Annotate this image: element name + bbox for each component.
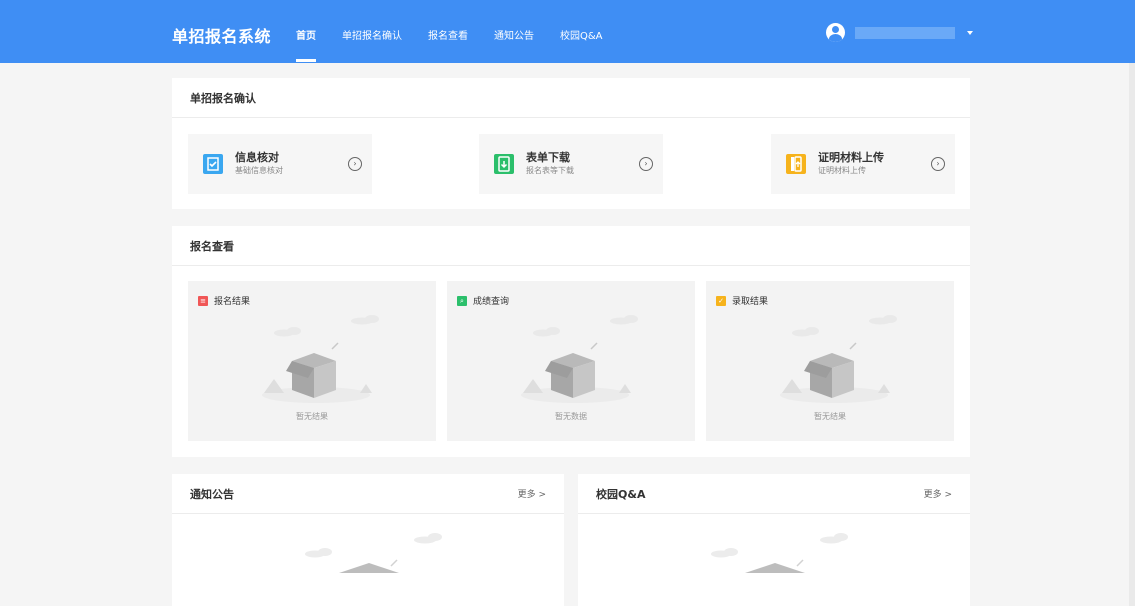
circle-chevron-right-icon[interactable]: › [348, 157, 362, 171]
circle-chevron-right-icon[interactable]: › [931, 157, 945, 171]
section-title: 校园Q&A [596, 487, 646, 501]
panel-label-text: 报名结果 [214, 297, 251, 307]
check-list-icon [203, 154, 223, 174]
panel-score-query[interactable]: ⌕ 成绩查询 暂无数据 [447, 281, 695, 441]
empty-state-text: 暂无数据 [555, 412, 587, 421]
confirm-item-form-download[interactable]: 表单下载 报名表等下载 › [479, 134, 663, 194]
notices-card: 通知公告 更多 > [172, 474, 564, 606]
panel-registration-result[interactable]: ≡ 报名结果 暂无结果 [188, 281, 436, 441]
empty-box-illustration [305, 533, 442, 573]
section-title: 报名查看 [190, 239, 234, 253]
download-doc-icon [494, 154, 514, 174]
registration-view-card: 报名查看 ≡ 报名结果 暂无结果 ⌕ 成绩查询 暂无数据 ✓ 录取结果 暂无结果 [172, 226, 970, 457]
item-subtitle: 证明材料上传 [818, 166, 866, 175]
section-title: 单招报名确认 [190, 91, 256, 105]
card-header: 报名查看 [172, 226, 970, 266]
panel-label-text: 录取结果 [732, 297, 769, 307]
empty-box-illustration [711, 533, 848, 573]
empty-box-illustration [780, 315, 897, 403]
app-title: 单招报名系统 [172, 27, 272, 46]
nav-campus-qa[interactable]: 校园Q&A [560, 27, 603, 42]
confirm-item-info-check[interactable]: 信息核对 基础信息核对 › [188, 134, 372, 194]
item-title: 信息核对 [235, 151, 279, 164]
nav-registration-confirm[interactable]: 单招报名确认 [342, 27, 402, 42]
more-link[interactable]: 更多 > [518, 487, 546, 500]
item-subtitle: 报名表等下载 [526, 166, 574, 175]
panel-label: ⌕ 成绩查询 [457, 294, 509, 307]
search-doc-icon: ⌕ [457, 295, 467, 306]
panel-admission-result[interactable]: ✓ 录取结果 暂无结果 [706, 281, 954, 441]
confirm-item-proof-upload[interactable]: 证明材料上传 证明材料上传 › [771, 134, 955, 194]
item-title: 表单下载 [526, 151, 570, 164]
campus-qa-card: 校园Q&A 更多 > [578, 474, 970, 606]
user-name-redacted [855, 26, 955, 39]
card-header: 单招报名确认 [172, 78, 970, 118]
user-avatar-icon[interactable] [826, 23, 845, 42]
result-doc-icon: ≡ [198, 295, 208, 306]
main-nav: 首页 单招报名确认 报名查看 通知公告 校园Q&A [296, 27, 629, 62]
item-title: 证明材料上传 [818, 151, 884, 164]
caret-down-icon[interactable] [967, 30, 973, 35]
panel-label: ≡ 报名结果 [198, 294, 250, 307]
upload-doc-icon [786, 154, 806, 174]
top-navigation-bar: 单招报名系统 首页 单招报名确认 报名查看 通知公告 校园Q&A [0, 0, 1135, 63]
nav-notices[interactable]: 通知公告 [494, 27, 534, 42]
more-link[interactable]: 更多 > [924, 487, 952, 500]
page-scrollbar[interactable] [1129, 63, 1135, 606]
empty-box-illustration [262, 315, 379, 403]
empty-box-illustration [521, 315, 638, 403]
empty-state-text: 暂无结果 [814, 412, 846, 421]
nav-registration-view[interactable]: 报名查看 [428, 27, 468, 42]
registration-confirm-card: 单招报名确认 信息核对 基础信息核对 › 表单下载 报名表等下载 › 证明材料上… [172, 78, 970, 209]
circle-chevron-right-icon[interactable]: › [639, 157, 653, 171]
panel-label-text: 成绩查询 [473, 297, 510, 307]
user-menu[interactable] [826, 23, 973, 42]
item-subtitle: 基础信息核对 [235, 166, 283, 175]
panel-label: ✓ 录取结果 [716, 294, 768, 307]
admission-doc-icon: ✓ [716, 295, 726, 306]
nav-home[interactable]: 首页 [296, 27, 316, 62]
section-title: 通知公告 [190, 487, 234, 501]
empty-state-text: 暂无结果 [296, 412, 328, 421]
